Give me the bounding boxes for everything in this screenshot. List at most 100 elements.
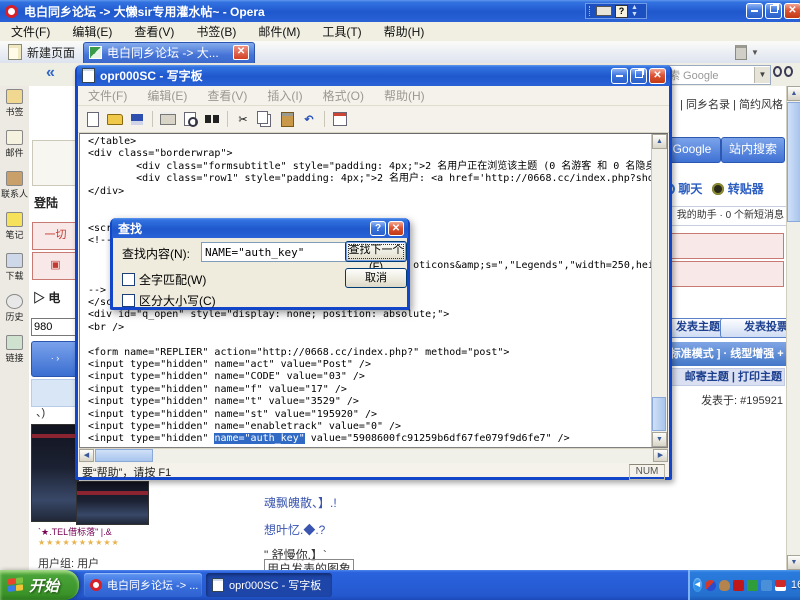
tray-collapse-icon[interactable]: ◄ — [693, 578, 702, 592]
menu-item[interactable]: 查看(V) — [123, 23, 185, 40]
menu-item[interactable]: 文件(F) — [78, 87, 137, 104]
sidebar-item-links[interactable]: 链接 — [0, 335, 29, 373]
scroll-thumb[interactable] — [787, 102, 800, 222]
help-icon[interactable]: ? — [615, 5, 628, 18]
scroll-down-icon[interactable]: ▼ — [787, 555, 800, 570]
forum-row-1[interactable] — [663, 233, 784, 259]
menu-item[interactable]: 文件(F) — [0, 23, 61, 40]
print-preview-icon[interactable] — [181, 111, 199, 127]
menu-item[interactable]: 邮件(M) — [247, 23, 311, 40]
find-icon[interactable] — [203, 111, 221, 127]
menu-item[interactable]: 帮助(H) — [374, 87, 435, 104]
scroll-left-icon[interactable]: ◀ — [79, 449, 94, 462]
go-button[interactable]: · › — [31, 341, 79, 377]
tray-icon-ball[interactable] — [705, 580, 716, 591]
page-top-links[interactable]: | 同乡名录 | 简约风格 — [663, 96, 783, 112]
cancel-button[interactable]: 取消 — [345, 268, 407, 288]
minimize-button[interactable] — [746, 3, 763, 19]
page-scrollbar[interactable]: ▲ ▼ — [786, 86, 800, 570]
save-icon[interactable] — [128, 111, 146, 127]
match-whole-word-checkbox[interactable]: 全字匹配(W) — [122, 271, 206, 288]
grip-handle-icon[interactable] — [589, 6, 593, 16]
find-dialog-titlebar[interactable]: 查找 ? ✕ — [112, 218, 408, 238]
undo-icon[interactable]: ↶ — [300, 111, 318, 127]
signature-line-2[interactable]: 想叶忆.◆.? — [264, 521, 325, 538]
chevron-updown-icon[interactable]: ▲▼ — [631, 4, 638, 18]
dialog-close-icon[interactable]: ✕ — [388, 221, 404, 236]
tray-icon-network[interactable] — [761, 580, 772, 591]
tray-icon-phone[interactable] — [775, 580, 786, 591]
scroll-thumb[interactable] — [652, 397, 666, 431]
back-button[interactable]: « — [46, 64, 70, 82]
restore-button[interactable] — [765, 3, 782, 19]
new-page-button[interactable]: 新建页面 — [0, 41, 83, 63]
maximize-button[interactable] — [630, 68, 647, 84]
menu-item[interactable]: 工具(T) — [311, 23, 372, 40]
menu-item[interactable]: 插入(I) — [257, 87, 312, 104]
sidebar-item-mail[interactable]: 邮件 — [0, 130, 29, 168]
open-icon[interactable] — [106, 111, 124, 127]
forum-row-2[interactable] — [663, 261, 784, 287]
start-button[interactable]: 开始 — [0, 570, 79, 600]
tab-forum[interactable]: 电白同乡论坛 -> 大... ✕ — [83, 42, 255, 64]
scroll-right-icon[interactable]: ▶ — [653, 449, 668, 462]
close-button[interactable]: ✕ — [649, 68, 666, 84]
match-case-checkbox[interactable]: 区分大小写(C) — [122, 292, 216, 309]
dialog-help-icon[interactable]: ? — [370, 221, 386, 236]
checkbox-icon[interactable] — [122, 273, 135, 286]
new-document-icon[interactable] — [84, 111, 102, 127]
menu-item[interactable]: 编辑(E) — [137, 87, 197, 104]
sidebar-item-bookmarks[interactable]: 书签 — [0, 89, 29, 127]
signature-line-1[interactable]: 魂飘魄散、】.! — [264, 494, 337, 511]
forum-section-label[interactable]: ▷ 电 — [33, 289, 60, 306]
wordpad-titlebar[interactable]: opr000SC - 写字板 ✕ — [77, 65, 670, 86]
paster-link[interactable]: 转贴器 — [712, 180, 763, 197]
scroll-down-icon[interactable]: ▼ — [652, 432, 667, 447]
menu-item[interactable]: 书签(B) — [185, 23, 247, 40]
notice-box-2[interactable]: ▣ — [32, 252, 79, 280]
datetime-icon[interactable] — [331, 111, 349, 127]
copy-icon[interactable] — [256, 111, 274, 127]
menu-item[interactable]: 格式(O) — [313, 87, 374, 104]
menu-item[interactable]: 编辑(E) — [61, 23, 123, 40]
tray-icon-pet[interactable] — [719, 580, 730, 591]
scroll-up-icon[interactable]: ▲ — [787, 86, 800, 101]
opera-titlebar[interactable]: 电白同乡论坛 -> 大懒sir专用灌水帖~ - Opera — [0, 0, 800, 22]
scroll-up-icon[interactable]: ▲ — [652, 134, 667, 149]
menu-item[interactable]: 帮助(H) — [373, 23, 436, 40]
trash-button[interactable]: ▼ — [735, 44, 775, 61]
minimize-button[interactable] — [611, 68, 628, 84]
search-dropdown-icon[interactable]: ▼ — [754, 67, 770, 83]
taskbar-item-wordpad[interactable]: opr000SC - 写字板 — [206, 573, 332, 597]
tab-close-icon[interactable]: ✕ — [233, 45, 249, 60]
scroll-thumb[interactable] — [95, 449, 153, 462]
sidebar-item-notes[interactable]: 笔记 — [0, 212, 29, 250]
assistant-bar[interactable]: 我的助手 · 0 个新短消息 — [663, 206, 787, 226]
wordpad-vscrollbar[interactable]: ▲ ▼ — [651, 134, 667, 447]
notice-box[interactable]: 一切 — [32, 222, 79, 250]
tray-icon-ati[interactable] — [733, 580, 744, 591]
site-search-button[interactable]: 站内搜索 — [721, 137, 785, 163]
sidebar-item-contacts[interactable]: 联系人 — [0, 171, 29, 209]
taskbar-item-opera[interactable]: 电白同乡论坛 -> ... — [84, 573, 202, 597]
sidebar-item-history[interactable]: 历史 — [0, 294, 29, 332]
post-topic-button[interactable]: 发表主题 — [663, 318, 725, 338]
sidebar-item-downloads[interactable]: 下载 — [0, 253, 29, 291]
mode-bar[interactable]: [ 标准模式 ] · 线型增强 + — [663, 342, 786, 366]
find-what-input[interactable] — [201, 242, 349, 262]
post-poll-button[interactable]: 发表投票 — [720, 318, 793, 338]
paste-icon[interactable] — [278, 111, 296, 127]
mail-print-bar[interactable]: 邮寄主题 | 打印主题 — [663, 368, 785, 386]
close-button[interactable]: ✕ — [784, 3, 800, 19]
tray-icon-messenger[interactable] — [747, 580, 758, 591]
wordpad-hscrollbar[interactable]: ◀ ▶ — [79, 448, 668, 463]
print-icon[interactable] — [159, 111, 177, 127]
titlebar-mini-toolbar[interactable]: ? ▲▼ — [585, 3, 647, 19]
page-number-input[interactable] — [31, 318, 81, 336]
keyboard-icon[interactable] — [596, 6, 612, 16]
zoom-glasses-icon[interactable] — [773, 64, 797, 80]
find-next-button[interactable]: 查找下一个(F) — [345, 241, 407, 262]
menu-item[interactable]: 查看(V) — [197, 87, 257, 104]
cut-icon[interactable]: ✂ — [234, 111, 252, 127]
checkbox-icon[interactable] — [122, 294, 135, 307]
